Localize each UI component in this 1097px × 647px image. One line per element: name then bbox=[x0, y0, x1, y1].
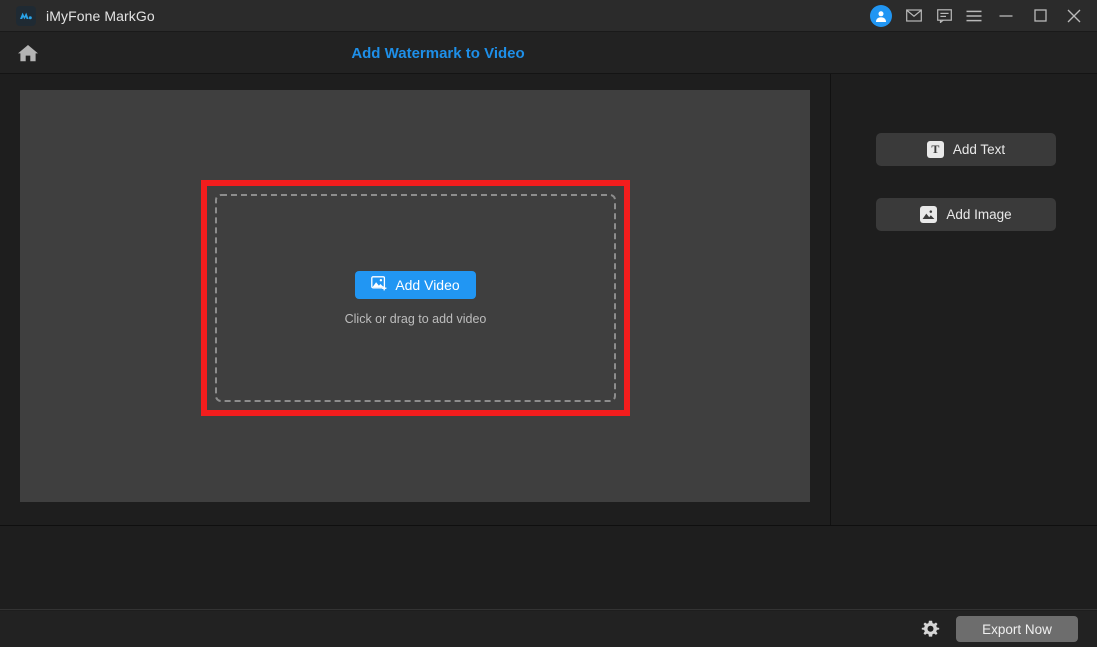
editor-area: Add Video Click or drag to add video T A… bbox=[0, 74, 1097, 525]
picture-icon bbox=[920, 206, 938, 223]
add-text-button-label: Add Text bbox=[952, 142, 1006, 157]
video-dropzone[interactable]: Add Video Click or drag to add video bbox=[215, 194, 616, 402]
gear-icon[interactable] bbox=[918, 617, 942, 641]
application-window: iMyFone MarkGo Add Watermark to Video Ad… bbox=[0, 0, 1097, 647]
add-image-plus-icon bbox=[371, 275, 388, 294]
add-video-button[interactable]: Add Video bbox=[355, 270, 476, 299]
markgo-logo-icon bbox=[16, 5, 36, 26]
minimize-icon[interactable] bbox=[989, 0, 1023, 32]
title-bar-controls bbox=[866, 0, 1097, 32]
page-title: Add Watermark to Video bbox=[351, 44, 525, 62]
video-canvas[interactable]: Add Video Click or drag to add video bbox=[20, 90, 810, 502]
envelope-icon[interactable] bbox=[899, 0, 929, 32]
export-now-button-label: Export Now bbox=[982, 621, 1052, 637]
maximize-icon[interactable] bbox=[1023, 0, 1057, 32]
export-now-button[interactable]: Export Now bbox=[956, 616, 1078, 642]
add-image-button-label: Add Image bbox=[946, 207, 1012, 222]
add-video-button-label: Add Video bbox=[395, 276, 460, 293]
user-avatar-icon[interactable] bbox=[870, 4, 892, 27]
bottom-action-bar: Export Now bbox=[0, 611, 1097, 647]
close-icon[interactable] bbox=[1057, 0, 1091, 32]
watermark-tools-panel: T Add Text Add Image bbox=[832, 74, 1097, 525]
dropzone-hint: Click or drag to add video bbox=[344, 311, 487, 326]
preview-pane: Add Video Click or drag to add video bbox=[0, 74, 831, 525]
page-header-bar: Add Watermark to Video bbox=[0, 32, 1097, 74]
text-t-icon: T bbox=[926, 141, 944, 158]
title-bar: iMyFone MarkGo bbox=[0, 0, 1097, 32]
add-text-button[interactable]: T Add Text bbox=[876, 133, 1056, 166]
timeline-area[interactable] bbox=[0, 525, 1097, 610]
app-title: iMyFone MarkGo bbox=[46, 7, 155, 24]
hamburger-menu-icon[interactable] bbox=[959, 0, 989, 32]
add-image-button[interactable]: Add Image bbox=[876, 198, 1056, 231]
chat-bubble-icon[interactable] bbox=[929, 0, 959, 32]
